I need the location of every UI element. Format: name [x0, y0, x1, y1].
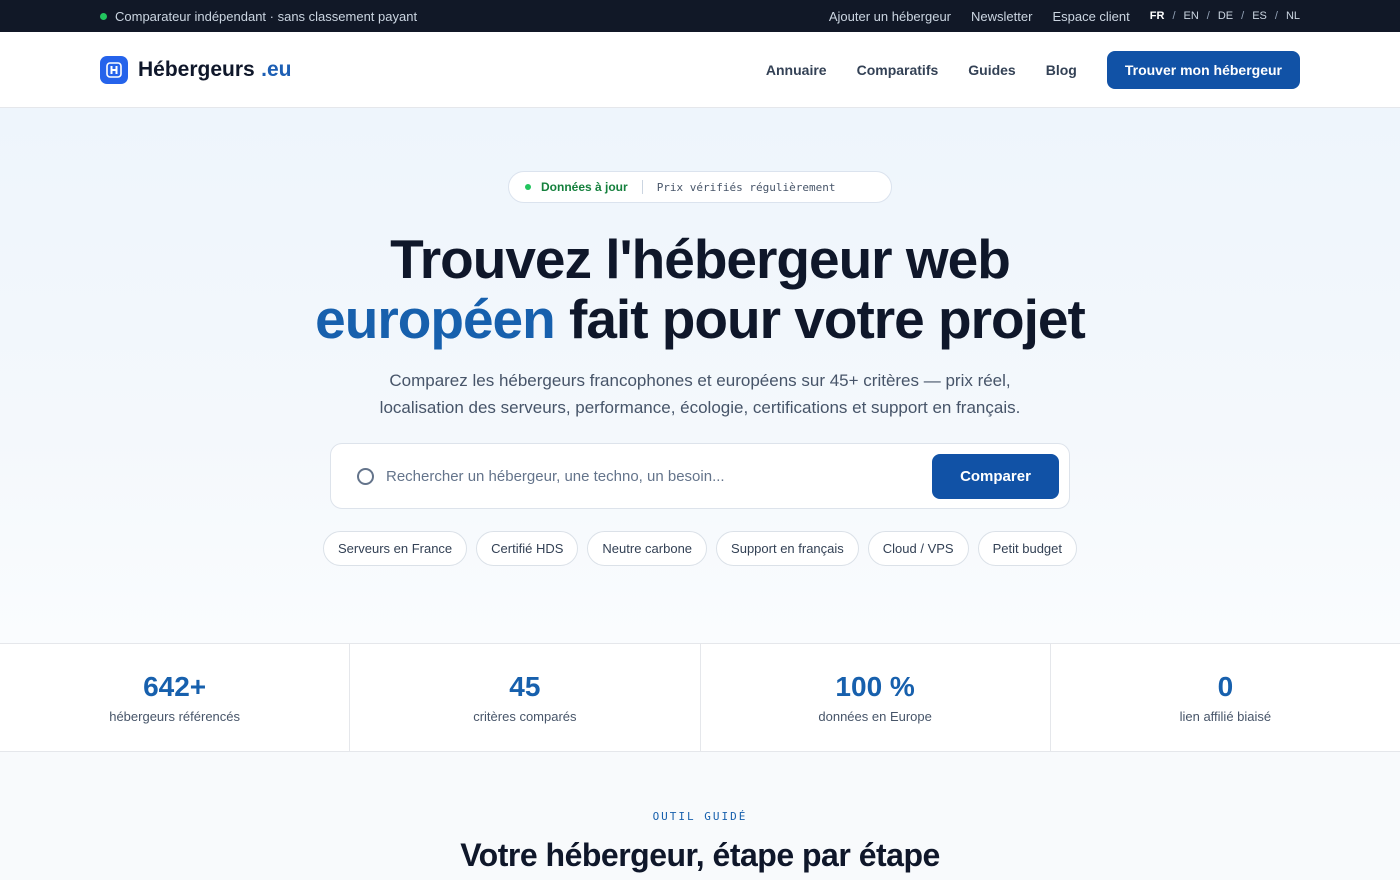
stat-affiliate: 0 lien affilié biaisé [1051, 644, 1400, 751]
stat-value: 45 [509, 671, 541, 702]
search-icon [357, 467, 374, 485]
brand-tld: .eu [261, 57, 292, 81]
search-bar: Comparer [330, 443, 1070, 509]
client-area-link[interactable]: Espace client [1052, 9, 1129, 24]
chip-serveurs-france[interactable]: Serveurs en France [323, 531, 468, 566]
language-switcher: FR / EN / DE / ES / NL [1150, 10, 1300, 22]
topbar-links: Ajouter un hébergeur Newsletter Espace c… [829, 9, 1300, 24]
stat-europe-data: 100 % données en Europe [701, 644, 1051, 751]
topbar-tagline-group: Comparateur indépendant · sans classemen… [100, 9, 417, 24]
section-title: Votre hébergeur, étape par étape [460, 837, 940, 873]
pill-divider [641, 180, 643, 194]
lang-es[interactable]: ES [1252, 10, 1267, 22]
brand-logo-link[interactable]: Hébergeurs .eu [100, 55, 292, 84]
hero-title-line1: Trouvez l'hébergeur web [390, 228, 1011, 290]
stat-label: lien affilié biaisé [1179, 709, 1272, 724]
stat-value: 642+ [143, 671, 207, 702]
nav-comparatifs[interactable]: Comparatifs [857, 62, 939, 78]
chip-petit-budget[interactable]: Petit budget [977, 531, 1077, 566]
filter-chips: Serveurs en France Certifié HDS Neutre c… [323, 531, 1077, 566]
top-bar: Comparateur indépendant · sans classemen… [0, 0, 1400, 32]
main-nav: Annuaire Comparatifs Guides Blog Trouver… [766, 50, 1300, 89]
chip-cloud-vps[interactable]: Cloud / VPS [867, 531, 969, 566]
status-dot-icon [525, 184, 531, 190]
stat-value: 100 % [835, 671, 915, 702]
lang-separator: / [1172, 10, 1176, 22]
hero-title-line2: fait pour votre projet [554, 288, 1086, 350]
stat-value: 0 [1217, 671, 1234, 702]
hero-title: Trouvez l'hébergeur web européen fait po… [315, 228, 1086, 350]
lang-separator: / [1274, 10, 1278, 22]
compare-button[interactable]: Comparer [932, 453, 1059, 499]
hero-title-accent: européen [315, 288, 556, 350]
stat-label: critères comparés [473, 709, 577, 724]
status-dot-icon [100, 12, 107, 20]
lang-de[interactable]: DE [1218, 10, 1233, 22]
lang-separator: / [1241, 10, 1245, 22]
brand-name: Hébergeurs [138, 57, 255, 81]
add-host-link[interactable]: Ajouter un hébergeur [829, 9, 951, 24]
stat-label: hébergeurs référencés [109, 709, 241, 724]
hero-section: Données à jour Prix vérifiés régulièreme… [0, 108, 1400, 643]
search-input[interactable] [386, 467, 932, 485]
chip-neutre-carbone[interactable]: Neutre carbone [587, 531, 708, 566]
pill-status: Données à jour [541, 180, 628, 194]
newsletter-link[interactable]: Newsletter [971, 9, 1032, 24]
lang-nl[interactable]: NL [1286, 10, 1300, 22]
chip-support-francais[interactable]: Support en français [716, 531, 859, 566]
topbar-tagline: Comparateur indépendant · sans classemen… [115, 8, 418, 24]
chip-certifie-hds[interactable]: Certifié HDS [476, 531, 579, 566]
nav-blog[interactable]: Blog [1046, 62, 1077, 78]
h-logo-icon [100, 55, 128, 84]
site-header: Hébergeurs .eu Annuaire Comparatifs Guid… [0, 32, 1400, 108]
stats-row: 642+ hébergeurs référencés 45 critères c… [0, 643, 1400, 752]
guided-tool-section: OUTIL GUIDÉ Votre hébergeur, étape par é… [0, 752, 1400, 880]
lang-en[interactable]: EN [1184, 10, 1199, 22]
stat-criteria: 45 critères comparés [350, 644, 701, 751]
stat-hosts: 642+ hébergeurs référencés [0, 644, 351, 751]
stat-label: données en Europe [818, 709, 932, 724]
nav-annuaire[interactable]: Annuaire [766, 62, 827, 78]
section-eyebrow: OUTIL GUIDÉ [652, 810, 748, 823]
find-host-button[interactable]: Trouver mon hébergeur [1106, 50, 1300, 89]
lang-separator: / [1206, 10, 1210, 22]
nav-guides[interactable]: Guides [968, 62, 1015, 78]
data-status-pill: Données à jour Prix vérifiés régulièreme… [508, 171, 892, 203]
pill-note: Prix vérifiés régulièrement [656, 180, 836, 194]
lang-fr[interactable]: FR [1150, 10, 1165, 22]
hero-subtitle: Comparez les hébergeurs francophones et … [379, 371, 1021, 417]
